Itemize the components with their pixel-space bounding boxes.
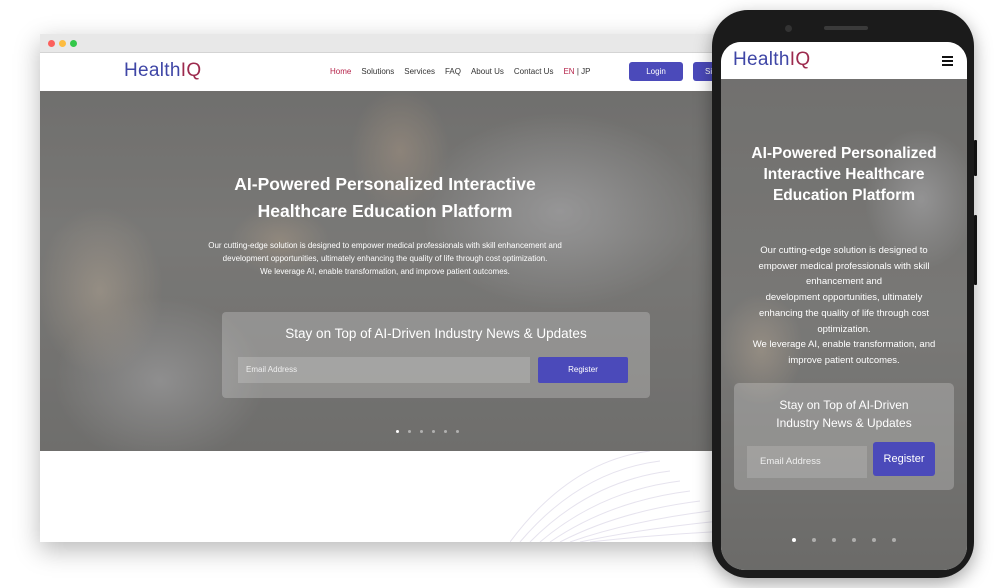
hero-desc-line: development opportunities, ultimately <box>765 292 923 304</box>
hero-title-line: Healthcare Education Platform <box>257 201 513 221</box>
newsletter-box: Stay on Top of AI-Driven Industry News &… <box>222 312 650 398</box>
healthiq-logo[interactable]: HealthIQ <box>124 60 201 82</box>
logo-iq: IQ <box>180 60 202 81</box>
mobile-newsletter-heading: Stay on Top of AI-Driven Industry News &… <box>742 396 946 432</box>
hero-desc-line: improve patient outcomes. <box>788 354 900 366</box>
carousel-dot[interactable] <box>456 430 459 433</box>
nav-contact-us[interactable]: Contact Us <box>514 67 554 76</box>
nav-home[interactable]: Home <box>330 67 351 76</box>
phone-volume-button <box>974 140 977 176</box>
language-switcher: EN | JP <box>563 67 590 76</box>
mobile-hero-description: Our cutting-edge solution is designed to… <box>739 243 949 369</box>
mobile-phone-mockup: HealthIQ AI-Powered Personalized Interac… <box>712 10 977 578</box>
mobile-hero-section: AI-Powered Personalized Interactive Heal… <box>721 79 967 570</box>
carousel-dot[interactable] <box>872 538 876 542</box>
login-button[interactable]: Login <box>629 62 683 81</box>
mobile-register-button[interactable]: Register <box>873 442 935 476</box>
hero-desc-line: Our cutting-edge solution is designed to… <box>208 241 562 250</box>
hero-title-line: Interactive Healthcare <box>763 166 925 183</box>
minimize-window-dot[interactable] <box>59 40 66 47</box>
mobile-carousel-dots <box>792 538 896 542</box>
hamburger-menu-icon[interactable] <box>942 56 953 66</box>
hero-desc-line: enhancing the quality of life through co… <box>758 307 930 319</box>
carousel-dot[interactable] <box>892 538 896 542</box>
desktop-browser-mockup: HealthIQ Home Solutions Services FAQ Abo… <box>40 34 730 542</box>
hero-desc-line: empower medical professionals with skill <box>758 260 930 272</box>
mobile-newsletter-box: Stay on Top of AI-Driven Industry News &… <box>734 383 954 490</box>
lang-jp[interactable]: JP <box>581 67 590 76</box>
hero-title-line: AI-Powered Personalized Interactive <box>234 174 536 194</box>
phone-camera <box>785 25 792 32</box>
carousel-dot[interactable] <box>832 538 836 542</box>
decorative-arcs <box>510 451 730 542</box>
carousel-dot[interactable] <box>432 430 435 433</box>
hero-desc-line: We leverage AI, enable transformation, a… <box>260 267 510 276</box>
hero-desc-line: optimization. <box>817 323 871 335</box>
nav-about-us[interactable]: About Us <box>471 67 504 76</box>
hero-description: Our cutting-edge solution is designed to… <box>40 239 730 278</box>
carousel-dot[interactable] <box>420 430 423 433</box>
logo-text: Health <box>733 49 790 70</box>
hero-desc-line: enhancement and <box>805 276 883 288</box>
carousel-dot[interactable] <box>408 430 411 433</box>
newsletter-heading-line: Industry News & Updates <box>776 416 912 430</box>
phone-screen: HealthIQ AI-Powered Personalized Interac… <box>721 42 967 570</box>
healthiq-logo[interactable]: HealthIQ <box>733 49 810 71</box>
nav-faq[interactable]: FAQ <box>445 67 461 76</box>
lang-en[interactable]: EN <box>563 67 574 76</box>
logo-iq: IQ <box>789 49 811 70</box>
hero-title: AI-Powered Personalized Interactive Heal… <box>40 171 730 225</box>
maximize-window-dot[interactable] <box>70 40 77 47</box>
newsletter-heading-line: Stay on Top of AI-Driven <box>779 398 909 412</box>
close-window-dot[interactable] <box>48 40 55 47</box>
hero-desc-line: development opportunities, ultimately en… <box>222 254 548 263</box>
mobile-email-input[interactable]: Email Address <box>747 446 867 478</box>
email-input[interactable]: Email Address <box>238 357 530 383</box>
mobile-hero-title: AI-Powered Personalized Interactive Heal… <box>731 143 957 206</box>
hero-title-line: Education Platform <box>772 187 916 204</box>
hero-section: AI-Powered Personalized Interactive Heal… <box>40 91 730 451</box>
carousel-dots <box>396 430 459 433</box>
browser-titlebar <box>40 34 730 53</box>
logo-text: Health <box>124 60 181 81</box>
carousel-dot[interactable] <box>812 538 816 542</box>
lang-separator: | <box>576 67 579 76</box>
hero-desc-line: Our cutting-edge solution is designed to <box>760 245 928 256</box>
carousel-dot[interactable] <box>444 430 447 433</box>
nav-services[interactable]: Services <box>404 67 435 76</box>
nav-solutions[interactable]: Solutions <box>361 67 394 76</box>
site-header: HealthIQ Home Solutions Services FAQ Abo… <box>40 53 730 91</box>
phone-speaker <box>824 26 868 30</box>
phone-power-button <box>974 215 977 285</box>
main-nav: Home Solutions Services FAQ About Us Con… <box>330 67 590 76</box>
newsletter-heading: Stay on Top of AI-Driven Industry News &… <box>285 326 587 341</box>
carousel-dot[interactable] <box>396 430 399 433</box>
hero-desc-line: We leverage AI, enable transformation, a… <box>752 339 936 351</box>
register-button[interactable]: Register <box>538 357 628 383</box>
carousel-dot[interactable] <box>852 538 856 542</box>
mobile-header: HealthIQ <box>721 42 967 79</box>
hero-title-line: AI-Powered Personalized <box>751 145 937 162</box>
carousel-dot[interactable] <box>792 538 796 542</box>
